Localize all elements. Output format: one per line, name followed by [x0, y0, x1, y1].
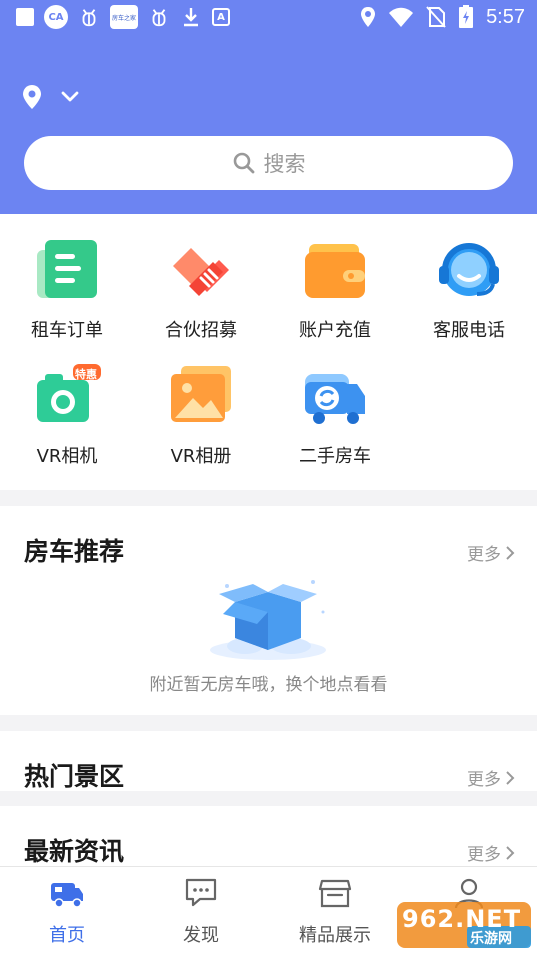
bug-icon: [78, 6, 100, 28]
search-bar[interactable]: 搜索: [24, 136, 513, 190]
nav-tab-showcase[interactable]: 精品展示: [268, 867, 402, 954]
bug-icon: [148, 6, 170, 28]
battery-charging-icon: [459, 5, 474, 28]
location-selector[interactable]: [22, 84, 80, 110]
empty-state-text: 附近暂无房车哦，换个地点看看: [149, 675, 388, 695]
chat-bubble-icon: [185, 878, 217, 907]
menu-item-label: 租车订单: [31, 320, 103, 341]
chevron-right-icon: [506, 770, 515, 785]
location-pin-icon: [23, 85, 41, 109]
menu-item-vr-album[interactable]: VR相册: [134, 340, 268, 467]
section-news: 最新资讯 更多: [0, 806, 537, 866]
status-time: 5:57: [486, 5, 525, 28]
nav-label: 首页: [49, 925, 85, 946]
more-label: 更多: [467, 545, 501, 565]
vr-album-icon: [171, 366, 231, 422]
headset-icon: [439, 243, 499, 296]
menu-item-label: 二手房车: [299, 446, 371, 467]
menu-item-label: 客服电话: [433, 320, 505, 341]
wifi-icon: [389, 7, 414, 27]
nav-tab-home[interactable]: 首页: [0, 867, 134, 954]
status-bar: CA 房车之家 A 5:57: [0, 0, 537, 36]
more-label: 更多: [467, 770, 501, 790]
chevron-right-icon: [506, 545, 515, 560]
menu-item-vr-camera[interactable]: 特惠 VR相机: [0, 340, 134, 467]
section-title: 房车推荐: [24, 537, 125, 566]
chevron-right-icon: [506, 845, 515, 860]
more-link[interactable]: 更多: [467, 840, 515, 865]
more-label: 更多: [467, 845, 501, 865]
section-title: 热门景区: [24, 762, 125, 791]
watermark-subtext: 乐游网: [470, 931, 512, 947]
location-icon: [361, 7, 376, 27]
status-left-icons: CA 房车之家 A: [16, 5, 230, 29]
ca-app-icon: CA: [44, 5, 68, 29]
rv-home-icon: [51, 883, 83, 908]
menu-item-label: 合伙招募: [165, 320, 237, 341]
more-link[interactable]: 更多: [467, 765, 515, 790]
app-logo-icon: 房车之家: [110, 5, 138, 29]
app-logo-text: 房车之家: [111, 14, 136, 22]
more-link[interactable]: 更多: [467, 540, 515, 565]
menu-item-label: VR相机: [36, 446, 98, 467]
nav-tab-discover[interactable]: 发现: [134, 867, 268, 954]
store-icon: [318, 879, 352, 908]
menu-item-used-rv[interactable]: 二手房车: [268, 340, 402, 467]
no-sim-icon: [426, 6, 446, 28]
menu-item-customer-service[interactable]: 客服电话: [402, 214, 536, 341]
feature-menu: 租车订单 合伙招募 账户充值 客服电话 特惠 VR相机 VR相册 二手房车: [0, 214, 537, 490]
nav-label: 精品展示: [299, 925, 371, 946]
chevron-down-icon[interactable]: [60, 90, 80, 104]
wallet-icon: [305, 244, 365, 298]
empty-box-illustration: [210, 580, 326, 660]
square-notification-icon: [16, 8, 34, 26]
menu-item-label: VR相册: [170, 446, 232, 467]
status-right-icons: 5:57: [360, 5, 525, 29]
search-icon: [233, 152, 254, 174]
rental-order-icon: [37, 240, 97, 298]
a-icon: A: [212, 8, 230, 26]
download-icon: [180, 6, 202, 28]
menu-item-rental-order[interactable]: 租车订单: [0, 214, 134, 341]
promo-badge: 特惠: [75, 368, 97, 381]
search-input[interactable]: 搜索: [264, 148, 306, 178]
section-hot-spots: 热门景区 更多: [0, 731, 537, 791]
menu-item-account-recharge[interactable]: 账户充值: [268, 214, 402, 341]
nav-label: 发现: [183, 925, 219, 946]
header: CA 房车之家 A 5:57 搜索: [0, 0, 537, 214]
partner-handshake-icon: [173, 248, 229, 296]
menu-item-label: 账户充值: [299, 320, 371, 341]
used-rv-icon: [305, 374, 365, 424]
menu-item-partner-recruit[interactable]: 合伙招募: [134, 214, 268, 341]
section-rv-recommend: 房车推荐 更多 附近暂无房车哦，换个地点看看: [0, 506, 537, 715]
section-title: 最新资讯: [24, 837, 125, 866]
